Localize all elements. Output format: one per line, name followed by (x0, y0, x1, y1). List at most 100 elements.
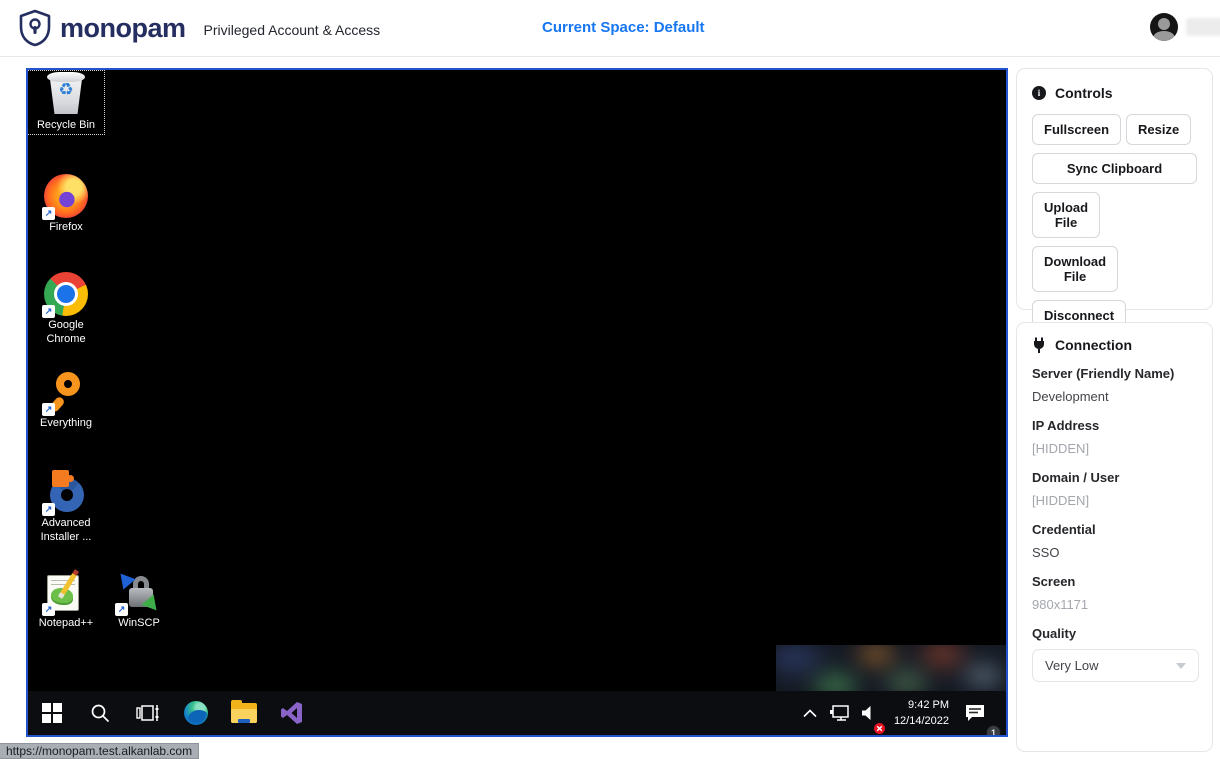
field-label: Screen (1032, 574, 1197, 589)
taskbar-clock[interactable]: 9:42 PM 12/14/2022 (888, 697, 955, 730)
username-redacted (1186, 18, 1220, 36)
app-header: monopam Privileged Account & Access Curr… (0, 0, 1220, 57)
file-explorer-icon (231, 703, 257, 723)
avatar-body (1153, 31, 1175, 41)
desktop-icon-advanced-installer[interactable]: ↗ Advanced Installer ... (29, 470, 103, 545)
desktop-icon-label: Advanced Installer ... (29, 517, 103, 545)
clock-time: 9:42 PM (894, 697, 949, 714)
winscp-icon: ↗ (117, 570, 161, 614)
field-credential: Credential SSO (1032, 522, 1197, 560)
field-server: Server (Friendly Name) Development (1032, 366, 1197, 404)
shortcut-arrow-icon: ↗ (42, 403, 55, 416)
everything-icon: ↗ (44, 370, 88, 414)
connection-title: Connection (1055, 337, 1132, 353)
shortcut-arrow-icon: ↗ (42, 603, 55, 616)
current-space-label: Current Space: Default (542, 19, 705, 36)
blurred-preview-region (776, 645, 1006, 692)
system-tray: 9:42 PM 12/14/2022 1 (800, 691, 1006, 735)
task-view-button[interactable] (124, 691, 172, 735)
tray-expand-button[interactable] (800, 691, 820, 735)
desktop-icon-label: Notepad++ (39, 617, 93, 631)
desktop-icon-label: Firefox (49, 221, 83, 235)
desktop-icon-notepadpp[interactable]: ↗ Notepad++ (29, 570, 103, 631)
taskbar-app-icons (28, 691, 316, 735)
sync-clipboard-button[interactable]: Sync Clipboard (1032, 153, 1197, 184)
shortcut-arrow-icon: ↗ (42, 305, 55, 318)
task-view-icon (136, 702, 160, 724)
fullscreen-button[interactable]: Fullscreen (1032, 114, 1121, 145)
notepadpp-icon: ↗ (44, 570, 88, 614)
desktop-icon-label: Google Chrome (29, 319, 103, 347)
link-preview-tooltip: https://monopam.test.alkanlab.com (0, 743, 199, 759)
user-avatar[interactable] (1150, 13, 1178, 41)
quality-selected-value: Very Low (1045, 658, 1098, 673)
firefox-icon: ↗ (44, 174, 88, 218)
field-value: [HIDDEN] (1032, 441, 1197, 456)
network-status[interactable] (826, 691, 852, 735)
info-icon: i (1032, 86, 1046, 100)
field-value: Development (1032, 389, 1197, 404)
recycle-bin-icon: ♻ (44, 72, 88, 116)
upload-file-button[interactable]: Upload File (1032, 192, 1100, 238)
notification-count-badge: 1 (986, 725, 1001, 735)
shortcut-arrow-icon: ↗ (42, 207, 55, 220)
quality-select[interactable]: Very Low (1032, 649, 1199, 682)
desktop-icon-recycle-bin[interactable]: ♻ Recycle Bin (29, 72, 103, 133)
field-domain-user: Domain / User [HIDDEN] (1032, 470, 1197, 508)
desktop-icon-google-chrome[interactable]: ↗ Google Chrome (29, 272, 103, 347)
desktop-icon-winscp[interactable]: ↗ WinSCP (102, 570, 176, 631)
shortcut-arrow-icon: ↗ (42, 503, 55, 516)
clock-date: 12/14/2022 (894, 713, 949, 730)
chevron-down-icon (1176, 663, 1186, 669)
brand: monopam Privileged Account & Access (0, 9, 380, 47)
visual-studio-icon (280, 701, 304, 725)
desktop-icon-label: WinSCP (118, 617, 160, 631)
field-quality: Quality Very Low (1032, 626, 1197, 682)
controls-panel: i Controls Fullscreen Resize Sync Clipbo… (1016, 68, 1213, 310)
windows-taskbar: 9:42 PM 12/14/2022 1 (28, 691, 1006, 735)
action-center-button[interactable]: 1 (961, 691, 994, 735)
volume-status[interactable] (858, 691, 882, 735)
field-label: IP Address (1032, 418, 1197, 433)
edge-icon (184, 701, 208, 725)
edge-taskbar-button[interactable] (172, 691, 220, 735)
desktop-icon-label: Everything (40, 417, 92, 431)
field-label: Domain / User (1032, 470, 1197, 485)
field-label: Credential (1032, 522, 1197, 537)
field-value: [HIDDEN] (1032, 493, 1197, 508)
shortcut-arrow-icon: ↗ (115, 603, 128, 616)
field-screen: Screen 980x1171 (1032, 574, 1197, 612)
windows-logo-icon (41, 702, 63, 724)
remote-desktop-screen: ♻ Recycle Bin ↗ Firefox ↗ Google Chrome … (28, 70, 1006, 735)
speaker-muted-icon (861, 705, 879, 721)
desktop-icon-firefox[interactable]: ↗ Firefox (29, 174, 103, 235)
field-ip-address: IP Address [HIDDEN] (1032, 418, 1197, 456)
remote-desktop-viewport[interactable]: ♻ Recycle Bin ↗ Firefox ↗ Google Chrome … (26, 68, 1008, 737)
shield-lock-icon (18, 9, 52, 47)
controls-title: Controls (1055, 85, 1113, 101)
desktop-icon-label: Recycle Bin (37, 119, 95, 133)
desktop-icon-everything[interactable]: ↗ Everything (29, 370, 103, 431)
notification-bubble-icon (964, 703, 986, 723)
plug-icon (1032, 337, 1046, 353)
download-file-button[interactable]: Download File (1032, 246, 1118, 292)
ethernet-network-icon (829, 705, 849, 721)
connection-panel: Connection Server (Friendly Name) Develo… (1016, 322, 1213, 752)
file-explorer-button[interactable] (220, 691, 268, 735)
search-icon (89, 702, 111, 724)
brand-subtitle: Privileged Account & Access (204, 18, 381, 38)
brand-name: monopam (60, 13, 186, 44)
advanced-installer-icon: ↗ (44, 470, 88, 514)
field-label: Server (Friendly Name) (1032, 366, 1197, 381)
chrome-icon: ↗ (44, 272, 88, 316)
resize-button[interactable]: Resize (1126, 114, 1191, 145)
mute-x-badge (874, 723, 885, 734)
chevron-up-icon (803, 709, 817, 718)
field-value: SSO (1032, 545, 1197, 560)
start-button[interactable] (28, 691, 76, 735)
search-button[interactable] (76, 691, 124, 735)
visual-studio-button[interactable] (268, 691, 316, 735)
avatar-head (1158, 18, 1170, 30)
field-value: 980x1171 (1032, 597, 1197, 612)
quality-label: Quality (1032, 626, 1197, 641)
